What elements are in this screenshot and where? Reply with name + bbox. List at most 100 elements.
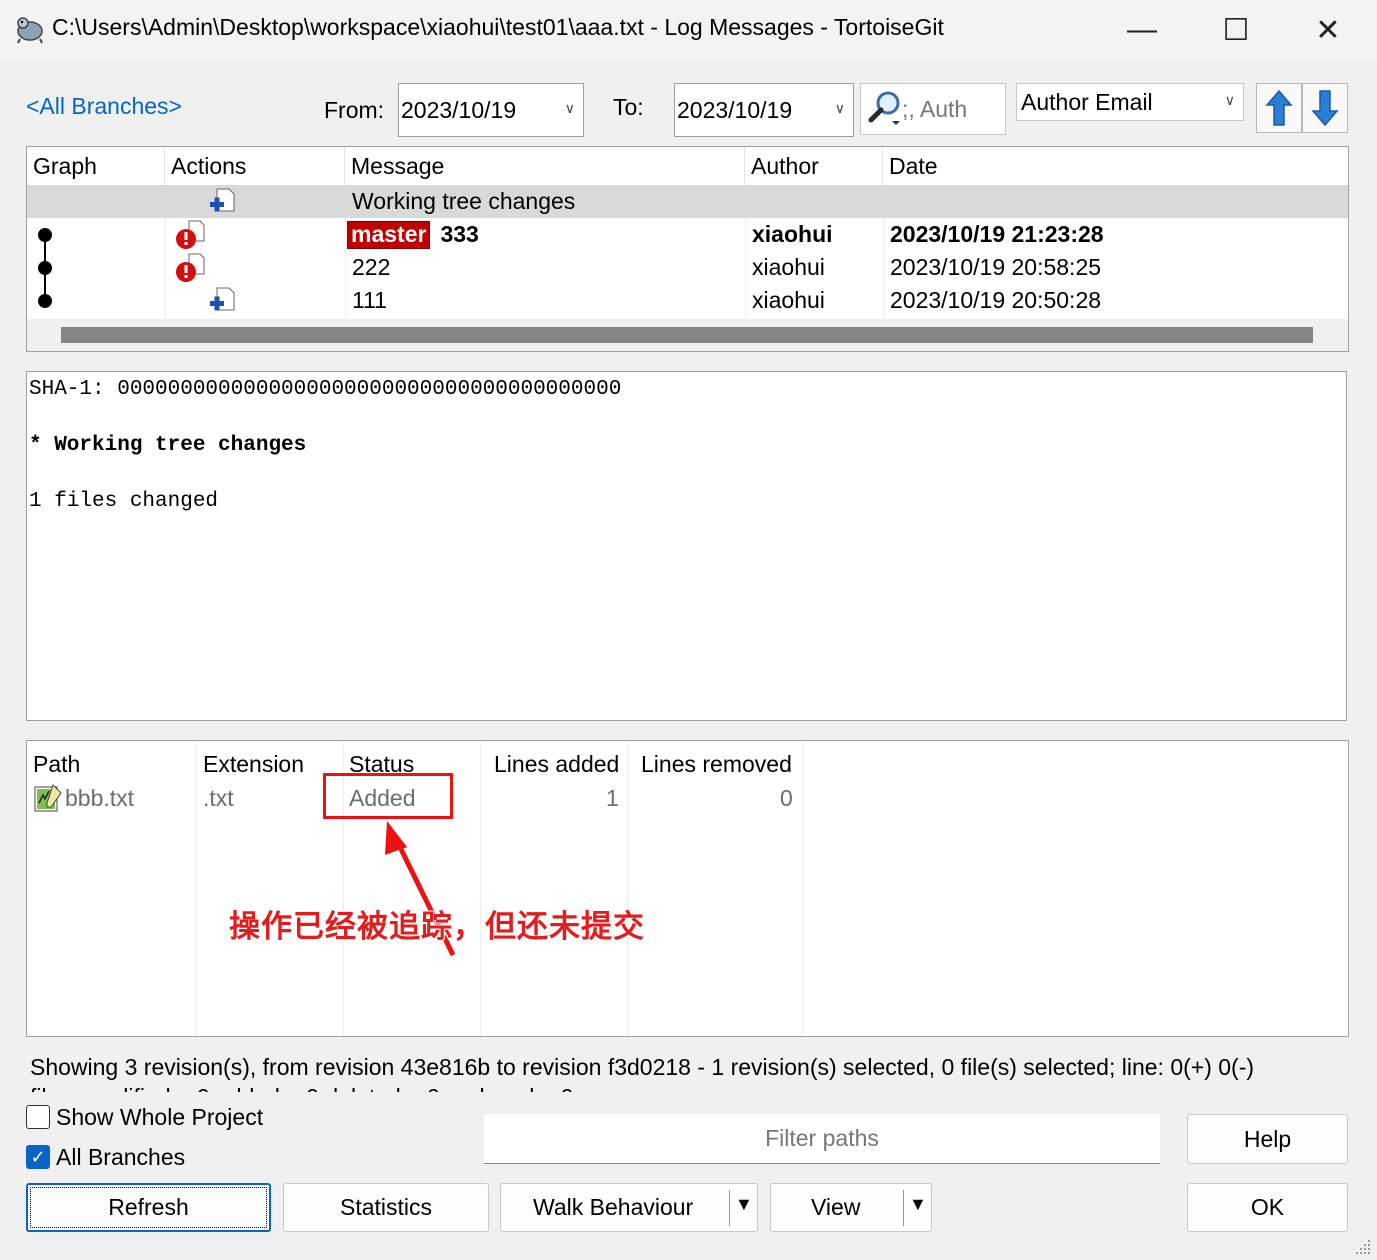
- from-label: From:: [324, 97, 385, 123]
- chevron-down-icon: ∨: [1224, 92, 1235, 108]
- annotation-text: 操作已经被追踪，但还未提交: [229, 909, 645, 945]
- help-button[interactable]: Help: [1187, 1114, 1348, 1164]
- log-message: 222: [352, 254, 391, 280]
- log-row[interactable]: 111 xiaohui 2023/10/19 20:50:28: [27, 284, 1348, 317]
- ok-button[interactable]: OK: [1187, 1183, 1348, 1232]
- all-branches-label: All Branches: [56, 1143, 186, 1170]
- conflict-file-icon: [176, 253, 205, 282]
- next-button[interactable]: [1302, 83, 1348, 133]
- show-whole-project-label: Show Whole Project: [56, 1103, 264, 1130]
- file-lines-added: 1: [606, 784, 619, 811]
- show-whole-project-checkbox[interactable]: Show Whole Project: [26, 1102, 263, 1132]
- search-field-value: Author Email: [1021, 88, 1153, 115]
- column-header-lines-removed[interactable]: Lines removed: [641, 745, 792, 783]
- window-title: C:\Users\Admin\Desktop\workspace\xiaohui…: [52, 14, 944, 40]
- column-header-extension[interactable]: Extension: [203, 745, 304, 783]
- graph-node-icon: [38, 228, 52, 251]
- log-row-working-tree[interactable]: Working tree changes: [27, 185, 1348, 218]
- walk-behaviour-label: Walk Behaviour: [533, 1194, 694, 1220]
- log-row[interactable]: 222 xiaohui 2023/10/19 20:58:25: [27, 251, 1348, 284]
- column-header-date[interactable]: Date: [883, 147, 1348, 185]
- column-header-lines-added[interactable]: Lines added: [494, 745, 619, 783]
- file-extension: .txt: [203, 784, 234, 811]
- column-header-graph[interactable]: Graph: [27, 147, 165, 185]
- scrollbar-thumb[interactable]: [61, 327, 1313, 343]
- to-date-picker[interactable]: 2023/10/19 ∨: [674, 83, 854, 137]
- chevron-down-icon: ∨: [834, 100, 845, 116]
- to-date-value: 2023/10/19: [677, 96, 793, 123]
- walk-behaviour-button[interactable]: Walk Behaviour ▼: [500, 1183, 758, 1232]
- column-header-message[interactable]: Message: [345, 147, 745, 185]
- view-button[interactable]: View ▼: [770, 1183, 932, 1232]
- log-date: 2023/10/19 20:50:28: [890, 287, 1102, 313]
- status-line-2: files: modified = 0 added = 0 deleted = …: [30, 1082, 1350, 1092]
- log-list[interactable]: Graph Actions Message Author Date Workin…: [26, 146, 1349, 352]
- log-message: 111: [352, 287, 387, 313]
- arrow-down-icon: [1311, 90, 1339, 127]
- log-row[interactable]: master 333 xiaohui 2023/10/19 21:23:28: [27, 218, 1348, 251]
- arrow-up-icon: [1265, 89, 1293, 126]
- log-message: Working tree changes: [352, 188, 576, 214]
- log-author: xiaohui: [752, 287, 825, 313]
- search-field-select[interactable]: Author Email ∨: [1016, 83, 1244, 121]
- sha-line: SHA-1: 000000000000000000000000000000000…: [29, 378, 622, 401]
- dropdown-arrow-icon[interactable]: ▼: [735, 1194, 753, 1215]
- previous-button[interactable]: [1256, 83, 1302, 133]
- log-author: xiaohui: [752, 221, 833, 247]
- log-message-text: 333: [440, 221, 479, 247]
- horizontal-scrollbar[interactable]: [27, 319, 1348, 351]
- maximize-button[interactable]: ☐: [1206, 8, 1266, 52]
- status-line-1: Showing 3 revision(s), from revision 43e…: [30, 1054, 1255, 1080]
- graph-node-icon: [38, 284, 52, 308]
- split-divider: [729, 1190, 730, 1226]
- annotation-highlight-box: [323, 773, 453, 819]
- minimize-button[interactable]: —: [1112, 8, 1172, 52]
- close-icon: ✕: [1315, 13, 1341, 47]
- all-branches-checkbox[interactable]: ✓ All Branches: [26, 1142, 185, 1172]
- column-header-actions[interactable]: Actions: [165, 147, 345, 185]
- search-text: ;, Auth: [902, 96, 968, 122]
- detail-heading: * Working tree changes: [29, 434, 307, 457]
- log-message: master 333: [347, 218, 479, 251]
- chevron-down-icon: ∨: [564, 100, 575, 116]
- view-label: View: [811, 1194, 861, 1220]
- status-bar: Showing 3 revision(s), from revision 43e…: [30, 1052, 1350, 1092]
- column-divider: [627, 741, 628, 1036]
- log-author: xiaohui: [752, 254, 825, 280]
- files-changed-line: 1 files changed: [29, 490, 219, 513]
- checkbox-checked-icon[interactable]: ✓: [26, 1145, 50, 1169]
- branch-badge-master[interactable]: master: [347, 220, 431, 249]
- refresh-button[interactable]: Refresh: [26, 1183, 271, 1232]
- from-date-picker[interactable]: 2023/10/19 ∨: [398, 83, 584, 137]
- tortoisegit-logo-icon: [17, 17, 43, 44]
- commit-detail-pane[interactable]: SHA-1: 000000000000000000000000000000000…: [26, 371, 1347, 721]
- maximize-icon: ☐: [1222, 13, 1250, 47]
- log-date: 2023/10/19 21:23:28: [890, 221, 1104, 247]
- conflict-file-icon: [176, 220, 205, 249]
- column-divider: [196, 741, 197, 1036]
- graph-node-icon: [38, 251, 52, 284]
- log-date: 2023/10/19 20:58:25: [890, 254, 1102, 280]
- minimize-icon: —: [1127, 13, 1157, 46]
- dropdown-arrow-icon[interactable]: ▼: [909, 1194, 927, 1215]
- checkbox-unchecked-icon[interactable]: [26, 1105, 50, 1129]
- column-header-path[interactable]: Path: [33, 745, 80, 783]
- file-path[interactable]: bbb.txt: [65, 781, 134, 815]
- close-button[interactable]: ✕: [1298, 8, 1358, 52]
- text-file-icon: [34, 784, 62, 812]
- resize-grip-icon[interactable]: [1352, 1236, 1372, 1256]
- column-divider: [480, 741, 481, 1036]
- search-icon[interactable]: [866, 88, 906, 128]
- all-branches-link[interactable]: <All Branches>: [26, 93, 182, 120]
- column-divider: [802, 741, 803, 1036]
- add-file-icon: [210, 287, 235, 311]
- statistics-button[interactable]: Statistics: [283, 1183, 489, 1232]
- filter-paths-input[interactable]: Filter paths: [484, 1114, 1160, 1164]
- to-label: To:: [613, 94, 644, 120]
- add-file-icon: [210, 188, 235, 212]
- file-lines-removed: 0: [780, 784, 793, 811]
- split-divider: [903, 1190, 904, 1226]
- from-date-value: 2023/10/19: [401, 96, 517, 123]
- column-header-author[interactable]: Author: [745, 147, 883, 185]
- changed-files-list[interactable]: Path Extension Status Lines added Lines …: [26, 740, 1349, 1037]
